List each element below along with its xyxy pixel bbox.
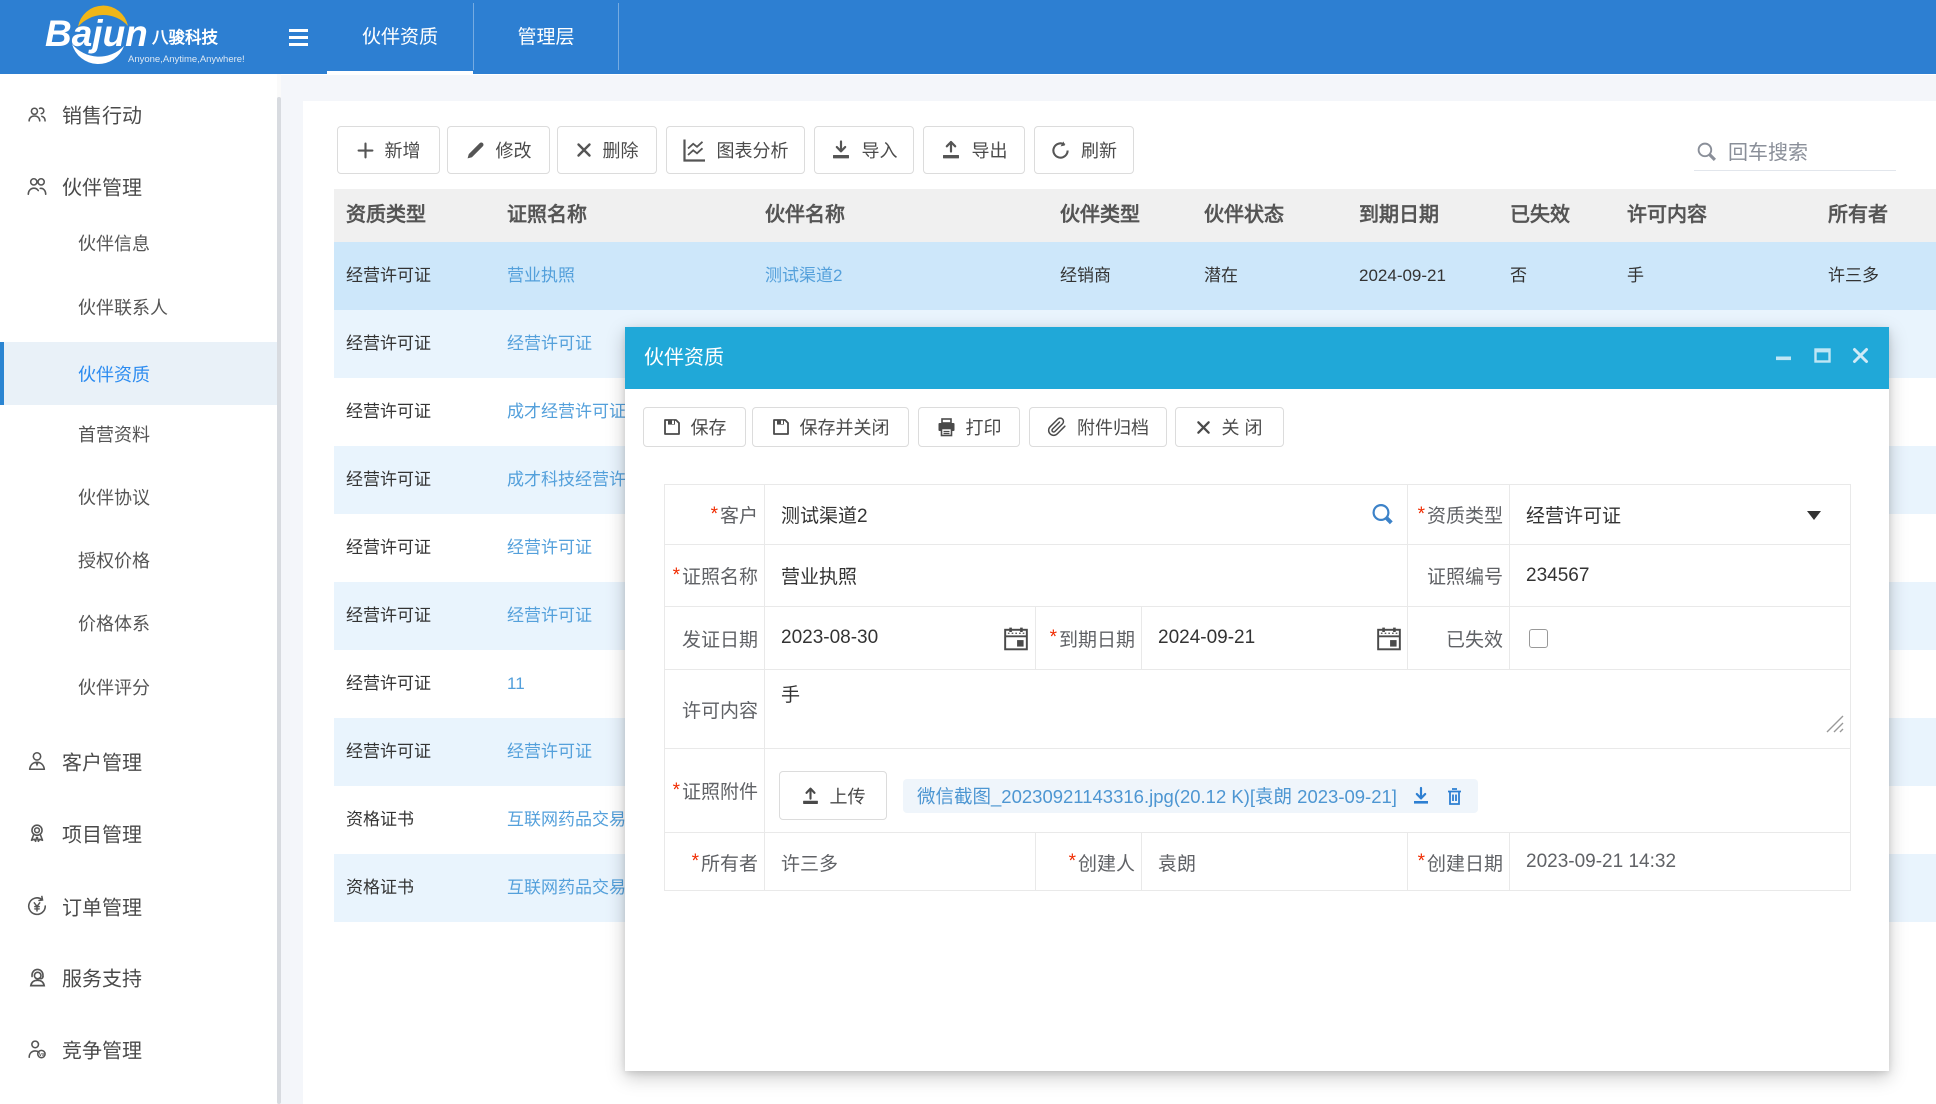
svg-text:八骏科技: 八骏科技	[152, 27, 219, 47]
svg-text:vs: vs	[39, 1052, 45, 1058]
svg-text:Anyone,Anytime,Anywhere!: Anyone,Anytime,Anywhere!	[128, 54, 245, 65]
svg-text:Bajun: Bajun	[45, 13, 148, 54]
